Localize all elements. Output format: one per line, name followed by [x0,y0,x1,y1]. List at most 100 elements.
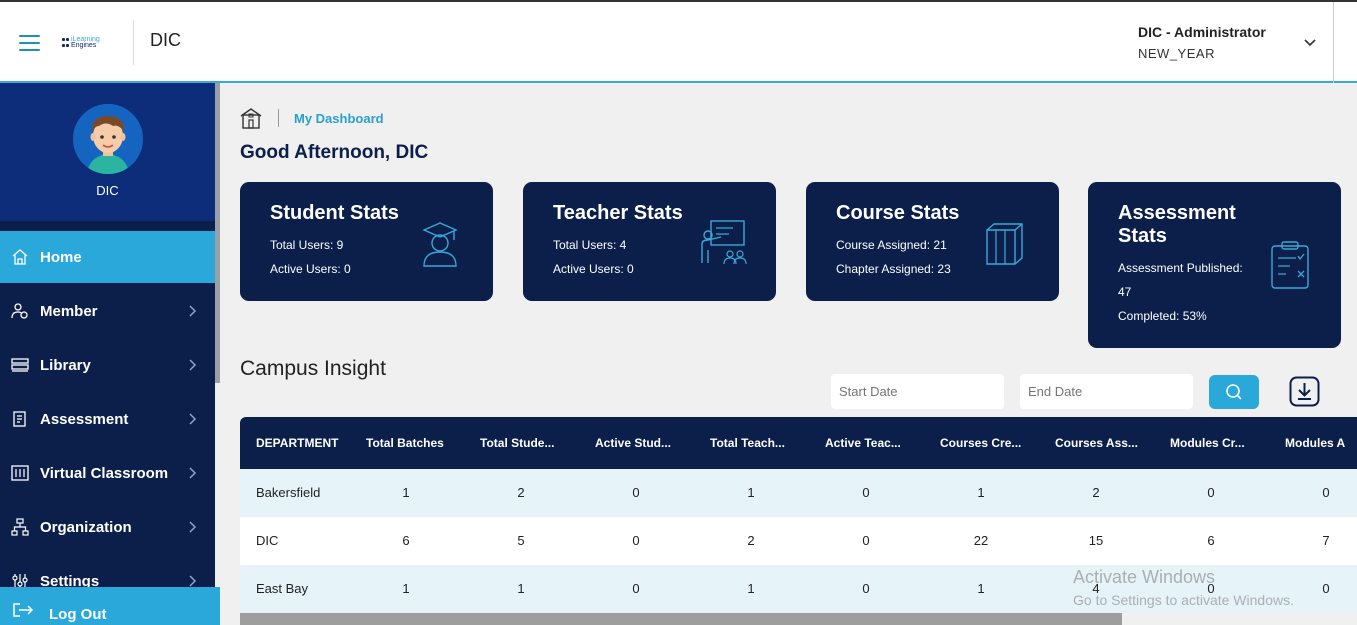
profile-panel: DIC [0,83,215,221]
table-cell: 1 [977,485,985,500]
sidebar-item-label: Home [40,248,82,266]
header-right-divider [1333,2,1334,83]
table-cell: 0 [862,533,870,548]
table-horizontal-scrollbar[interactable] [240,613,1122,625]
table-cell: 0 [862,581,870,596]
table-cell: DIC [256,533,279,548]
graduate-icon [422,222,458,267]
table-row[interactable]: DIC 6 5 0 2 0 22 15 6 7 [240,517,1357,565]
column-header[interactable]: Courses Ass... [1055,436,1138,450]
card-title: Teacher Stats [553,202,683,224]
table-cell: Bakersfield [256,485,321,500]
teacher-board-icon [701,220,747,265]
column-header[interactable]: Active Teac... [825,436,901,450]
table-cell: 7 [1322,533,1330,548]
page-title: Good Afternoon, DIC [240,142,429,163]
virtual-classroom-icon [11,465,29,481]
sidebar-item-label: Library [40,356,91,374]
table-header: DEPARTMENT Total Batches Total Stude... … [240,417,1357,469]
logo-text-2: Engines [71,42,97,49]
clipboard-icon [1271,241,1309,289]
table-cell: 0 [1207,485,1215,500]
table-cell: 1 [402,485,410,500]
sidebar-item-member[interactable]: Member [0,285,215,337]
card-title: Assessment Stats [1118,202,1236,247]
table-cell: 0 [632,533,640,548]
course-stats-card[interactable]: Course Stats Course Assigned: 21 Chapter… [806,182,1059,301]
sidebar-item-library[interactable]: Library [0,339,215,391]
teacher-stats-card[interactable]: Teacher Stats Total Users: 4 Active User… [523,182,776,301]
column-header[interactable]: Courses Cre... [940,436,1021,450]
table-cell: 6 [402,533,410,548]
breadcrumb-divider [278,109,279,127]
card-line-1: Total Users: 9 [270,238,344,252]
start-date-input[interactable] [831,374,1004,409]
header-divider [133,20,134,65]
card-line-2: Chapter Assigned: 23 [836,262,951,276]
activate-windows-watermark: Activate Windows [1073,567,1216,587]
hamburger-menu-icon[interactable] [19,35,40,51]
column-header[interactable]: DEPARTMENT [256,436,338,450]
table-cell: 1 [977,581,985,596]
profile-name: DIC [96,183,119,198]
end-date-input[interactable] [1020,374,1193,409]
chevron-right-icon [189,359,197,371]
column-header[interactable]: Modules Cr... [1170,436,1245,450]
breadcrumb-home-icon[interactable] [240,107,262,129]
chevron-right-icon [189,575,197,587]
app-title: DIC [150,30,181,50]
column-header[interactable]: Modules A [1285,436,1345,450]
sidebar-item-label: Assessment [40,410,129,428]
sidebar-item-label: Organization [40,518,132,536]
sidebar: DIC Home Member Library Assessment Virtu… [0,83,215,625]
table-cell: 2 [1092,485,1100,500]
column-header[interactable]: Active Stud... [595,436,671,450]
card-line-2: Active Users: 0 [270,262,351,276]
avatar-face-icon [73,104,143,174]
logout-icon [13,603,34,617]
card-line-1: Total Users: 4 [553,238,627,252]
home-icon [12,249,28,265]
avatar[interactable] [73,104,143,174]
app-logo[interactable]: iLearning Engines [62,36,100,49]
table-cell: 2 [747,533,755,548]
chevron-down-icon[interactable] [1303,38,1317,48]
breadcrumb[interactable]: My Dashboard [294,111,384,126]
logo-mark-icon [62,38,69,48]
chevron-right-icon [189,521,197,533]
student-stats-card[interactable]: Student Stats Total Users: 9 Active User… [240,182,493,301]
organization-icon [11,518,29,536]
card-title: Course Stats [836,202,960,224]
sidebar-item-home[interactable]: Home [0,231,215,283]
table-cell: 0 [632,581,640,596]
assessment-stats-card[interactable]: Assessment Stats Assessment Published: 4… [1088,182,1341,348]
column-header[interactable]: Total Teach... [710,436,785,450]
chevron-right-icon [189,305,197,317]
column-header[interactable]: Total Batches [366,436,444,450]
search-button[interactable] [1209,375,1259,409]
sidebar-item-virtual-classroom[interactable]: Virtual Classroom [0,447,215,499]
logout-button[interactable]: Log Out [0,587,220,625]
sidebar-item-assessment[interactable]: Assessment [0,393,215,445]
card-line-2: 47 [1118,285,1132,299]
table-cell: 15 [1088,533,1104,548]
search-icon [1226,384,1242,400]
card-line-1: Course Assigned: 21 [836,238,947,252]
table-cell: 5 [517,533,525,548]
sidebar-scrollbar[interactable] [215,83,220,383]
download-icon[interactable] [1289,376,1320,407]
user-name: DIC - Administrator [1138,24,1266,40]
activate-windows-hint: Go to Settings to activate Windows. [1073,592,1294,608]
chevron-right-icon [189,467,197,479]
table-cell: 1 [747,485,755,500]
table-row[interactable]: Bakersfield 1 2 0 1 0 1 2 0 0 [240,469,1357,517]
sidebar-item-organization[interactable]: Organization [0,501,215,553]
table-cell: 0 [1322,581,1330,596]
books-icon [986,223,1023,265]
table-cell: 6 [1207,533,1215,548]
column-header[interactable]: Total Stude... [480,436,554,450]
library-icon [11,358,29,372]
card-line-2: Active Users: 0 [553,262,634,276]
table-cell: 1 [747,581,755,596]
card-title: Student Stats [270,202,399,224]
